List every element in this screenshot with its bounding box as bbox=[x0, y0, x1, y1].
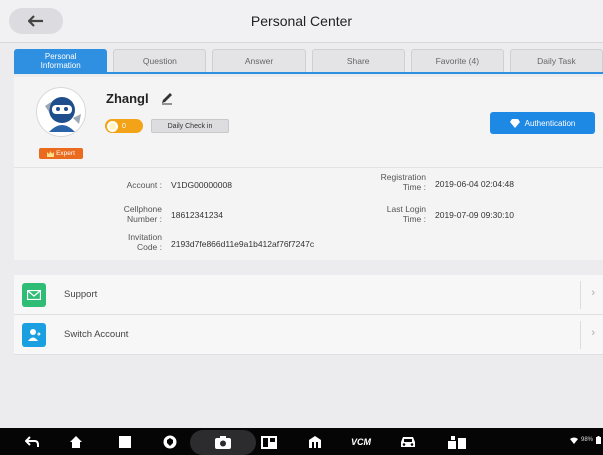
tab-daily-task[interactable]: Daily Task bbox=[509, 49, 603, 73]
authentication-label: Authentication bbox=[524, 118, 576, 128]
diamond-icon bbox=[509, 118, 520, 128]
phone-label-line1: Cellphone bbox=[123, 204, 162, 214]
coin-balance: 0 bbox=[105, 119, 143, 133]
tab-favorite[interactable]: Favorite (4) bbox=[410, 49, 504, 73]
tab-underline bbox=[14, 72, 603, 74]
nav-screenshot-button[interactable] bbox=[212, 433, 234, 451]
username: Zhangl bbox=[106, 91, 149, 106]
last-login-value: 2019-07-09 09:30:10 bbox=[435, 210, 514, 220]
personal-center-screen: Personal Center Personal Information Que… bbox=[0, 0, 603, 455]
list-item-switch-account[interactable]: Switch Account › bbox=[14, 315, 603, 355]
nav-vci-button[interactable]: VCM bbox=[346, 433, 376, 451]
chevron-right-icon: › bbox=[591, 327, 595, 339]
authentication-button[interactable]: Authentication bbox=[490, 112, 595, 134]
nav-home-button[interactable] bbox=[66, 433, 86, 451]
invite-code-value: 2193d7fe866d11e9a1b412af76f7247c bbox=[171, 239, 315, 249]
wifi-icon bbox=[569, 437, 578, 444]
settings-list: Support › Switch Account › bbox=[14, 275, 603, 355]
account-label: Account : bbox=[126, 180, 162, 190]
profile-card: Expert Zhangl 0 Daily Check in Authentic… bbox=[14, 77, 603, 167]
nav-back-button[interactable] bbox=[22, 433, 42, 451]
building-icon bbox=[309, 436, 321, 448]
page-title: Personal Center bbox=[250, 13, 353, 29]
last-login-label: Last Login Time : bbox=[344, 204, 426, 224]
nav-screen-record-button[interactable] bbox=[258, 433, 280, 451]
expert-badge: Expert bbox=[39, 148, 83, 159]
invite-label-line1: Invitation bbox=[127, 232, 162, 242]
pencil-icon bbox=[162, 93, 172, 105]
edit-name-button[interactable] bbox=[160, 91, 174, 105]
coin-count: 0 bbox=[122, 122, 126, 130]
registration-value: 2019-06-04 02:04:48 bbox=[435, 179, 514, 189]
nav-shield-button[interactable] bbox=[160, 433, 180, 451]
diagnostics-icon bbox=[448, 435, 466, 449]
home-icon bbox=[70, 436, 82, 448]
registration-label-line1: Registration bbox=[380, 172, 426, 182]
list-item-support[interactable]: Support › bbox=[14, 275, 603, 315]
avatar[interactable] bbox=[36, 87, 86, 137]
car-icon bbox=[401, 437, 415, 447]
tab-bar: Personal Information Question Answer Sha… bbox=[14, 49, 603, 73]
status-indicators: 98% bbox=[569, 436, 601, 444]
row-divider bbox=[580, 281, 581, 309]
mail-icon bbox=[22, 282, 46, 307]
daily-check-in-button[interactable]: Daily Check in bbox=[151, 119, 229, 133]
user-switch-icon bbox=[22, 322, 46, 347]
tab-question[interactable]: Question bbox=[113, 49, 207, 73]
nav-diagnostics-button[interactable] bbox=[446, 433, 468, 451]
recent-apps-icon bbox=[119, 436, 131, 448]
vci-label: VCM bbox=[351, 437, 371, 447]
chevron-right-icon: › bbox=[591, 287, 595, 299]
screen-record-icon bbox=[261, 435, 277, 449]
avatar-illustration-icon bbox=[45, 97, 81, 132]
tab-share[interactable]: Share bbox=[311, 49, 405, 73]
system-navigation-bar: VCM 98% bbox=[0, 428, 603, 455]
header-bar: Personal Center bbox=[0, 0, 603, 43]
support-label: Support bbox=[64, 289, 98, 300]
coin-icon bbox=[107, 120, 118, 132]
tab-answer[interactable]: Answer bbox=[212, 49, 306, 73]
battery-icon bbox=[596, 436, 601, 444]
last-login-label-line1: Last Login bbox=[386, 204, 426, 214]
camera-icon bbox=[215, 435, 231, 449]
battery-level: 98% bbox=[580, 437, 593, 443]
invite-label: Invitation Code : bbox=[74, 232, 162, 252]
phone-value: 18612341234 bbox=[171, 210, 224, 220]
invite-label-line2: Code : bbox=[136, 242, 162, 252]
registration-label-line2: Time : bbox=[402, 182, 426, 192]
nav-vehicle-button[interactable] bbox=[398, 433, 418, 451]
account-value: V1DG00000008 bbox=[171, 180, 232, 190]
registration-label: Registration Time : bbox=[344, 172, 426, 192]
switch-account-label: Switch Account bbox=[64, 329, 129, 340]
last-login-label-line2: Time : bbox=[402, 214, 426, 224]
row-divider bbox=[580, 321, 581, 349]
phone-label: Cellphone Number : bbox=[74, 204, 162, 224]
shield-icon bbox=[163, 435, 177, 449]
phone-label-line2: Number : bbox=[127, 214, 162, 224]
account-info: Account : V1DG00000008 Cellphone Number … bbox=[14, 167, 603, 260]
back-arrow-icon bbox=[25, 436, 39, 447]
expert-badge-label: Expert bbox=[56, 150, 75, 157]
tab-personal-information[interactable]: Personal Information bbox=[14, 49, 108, 73]
crown-icon bbox=[47, 150, 55, 157]
nav-recent-apps-button[interactable] bbox=[115, 433, 135, 451]
nav-store-button[interactable] bbox=[305, 433, 325, 451]
